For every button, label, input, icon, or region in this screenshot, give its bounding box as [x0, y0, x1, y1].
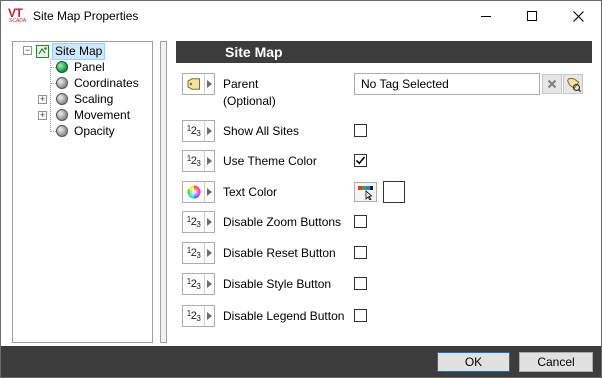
use-theme-color-row: 123 Use Theme Color: [182, 150, 598, 172]
color-picker-button[interactable]: [354, 182, 377, 202]
tree-item-label: Opacity: [74, 123, 115, 138]
disable-reset-button-checkbox[interactable]: [354, 246, 367, 259]
gray-ball-icon: [56, 93, 68, 105]
disable-legend-button-row: 123 Disable Legend Button: [182, 305, 598, 327]
green-ball-icon: [56, 61, 68, 73]
tree-item-scaling[interactable]: Scaling: [56, 91, 115, 107]
disable-reset-button-label: Disable Reset Button: [223, 246, 336, 260]
disable-zoom-buttons-row: 123 Disable Zoom Buttons: [182, 211, 598, 233]
minimize-button[interactable]: [463, 1, 509, 32]
gray-ball-icon: [56, 77, 68, 89]
numeric-type-icon: 123: [186, 309, 201, 323]
disable-style-type-button[interactable]: 123: [182, 273, 215, 295]
disable-style-button-checkbox[interactable]: [354, 277, 367, 290]
clear-tag-button[interactable]: [542, 74, 562, 94]
use-theme-color-label: Use Theme Color: [223, 154, 317, 168]
show-all-sites-label: Show All Sites: [223, 124, 300, 138]
use-theme-color-checkbox[interactable]: [354, 154, 367, 167]
color-wheel-icon: [187, 185, 200, 199]
ok-button[interactable]: OK: [437, 352, 510, 372]
expand-arrow-icon: [207, 80, 212, 88]
expand-arrow-icon: [207, 188, 212, 196]
disable-legend-button-checkbox[interactable]: [354, 309, 367, 322]
close-icon: [572, 11, 584, 22]
tree-item-label: Panel: [74, 59, 105, 74]
tag-icon: [187, 78, 200, 90]
disable-zoom-buttons-checkbox[interactable]: [354, 215, 367, 228]
dialog-footer: OK Cancel: [1, 346, 601, 377]
select-tag-button[interactable]: [563, 74, 583, 94]
numeric-type-icon: 123: [186, 246, 201, 260]
expand-scaling-toggle[interactable]: +: [38, 95, 47, 104]
numeric-type-icon: 123: [186, 215, 201, 229]
expand-arrow-icon: [207, 127, 212, 135]
disable-reset-type-button[interactable]: 123: [182, 242, 215, 264]
tree-item-label: Site Map: [52, 42, 106, 60]
disable-reset-button-row: 123 Disable Reset Button: [182, 242, 598, 264]
tree-item-label: Movement: [74, 107, 131, 122]
tree-item-opacity[interactable]: Opacity: [56, 123, 117, 139]
show-all-sites-type-button[interactable]: 123: [182, 120, 215, 142]
disable-style-button-label: Disable Style Button: [223, 277, 332, 291]
expand-arrow-icon: [207, 157, 212, 165]
tree-item-label: Coordinates: [74, 75, 139, 90]
disable-zoom-buttons-label: Disable Zoom Buttons: [223, 215, 342, 229]
tree-item-coordinates[interactable]: Coordinates: [56, 75, 141, 91]
tree-item-movement[interactable]: Movement: [56, 107, 132, 123]
show-all-sites-checkbox[interactable]: [354, 124, 367, 137]
text-color-label: Text Color: [223, 185, 278, 199]
vtscada-logo-icon: VT SCADA: [8, 6, 27, 24]
minimize-icon: [480, 16, 491, 17]
expand-arrow-icon: [207, 249, 212, 257]
panel-splitter[interactable]: [160, 41, 167, 343]
parent-label: Parent (Optional): [223, 77, 276, 108]
properties-dialog: VT SCADA Site Map Properties − Site Map: [0, 0, 602, 378]
gray-ball-icon: [56, 125, 68, 137]
expand-arrow-icon: [207, 280, 212, 288]
numeric-type-icon: 123: [186, 154, 201, 168]
section-title: Site Map: [225, 44, 283, 60]
window-title: Site Map Properties: [33, 9, 139, 23]
expand-arrow-icon: [207, 312, 212, 320]
close-button[interactable]: [555, 1, 601, 32]
disable-legend-button-label: Disable Legend Button: [223, 309, 345, 323]
numeric-type-icon: 123: [186, 277, 201, 291]
property-tree[interactable]: − Site Map Panel Coordinates + Scaling +…: [12, 41, 153, 343]
tree-item-label: Scaling: [74, 91, 114, 106]
cancel-button[interactable]: Cancel: [519, 352, 593, 372]
show-all-sites-row: 123 Show All Sites: [182, 120, 598, 142]
tree-item-site-map[interactable]: Site Map: [36, 42, 106, 60]
disable-style-button-row: 123 Disable Style Button: [182, 273, 598, 295]
section-header: Site Map: [176, 41, 592, 63]
disable-legend-type-button[interactable]: 123: [182, 305, 215, 327]
expand-movement-toggle[interactable]: +: [38, 111, 47, 120]
tree-connector: [50, 59, 51, 132]
eyedropper-palette-icon: [358, 185, 373, 200]
text-color-type-button[interactable]: [182, 181, 215, 203]
expand-arrow-icon: [207, 218, 212, 226]
gray-ball-icon: [56, 109, 68, 121]
parent-type-button[interactable]: [182, 73, 215, 95]
site-map-icon: [36, 44, 49, 58]
tag-browse-icon: [566, 77, 581, 92]
tree-item-panel[interactable]: Panel: [56, 59, 107, 75]
maximize-icon: [526, 11, 537, 21]
use-theme-color-type-button[interactable]: 123: [182, 150, 215, 172]
disable-zoom-type-button[interactable]: 123: [182, 211, 215, 233]
clear-x-icon: [547, 79, 557, 89]
checkmark-icon: [355, 156, 366, 165]
text-color-swatch[interactable]: [383, 181, 405, 203]
maximize-button[interactable]: [509, 1, 555, 32]
collapse-root-toggle[interactable]: −: [23, 46, 32, 55]
numeric-type-icon: 123: [186, 124, 201, 138]
parent-tag-field[interactable]: No Tag Selected: [354, 73, 540, 95]
title-bar[interactable]: VT SCADA Site Map Properties: [1, 1, 601, 32]
